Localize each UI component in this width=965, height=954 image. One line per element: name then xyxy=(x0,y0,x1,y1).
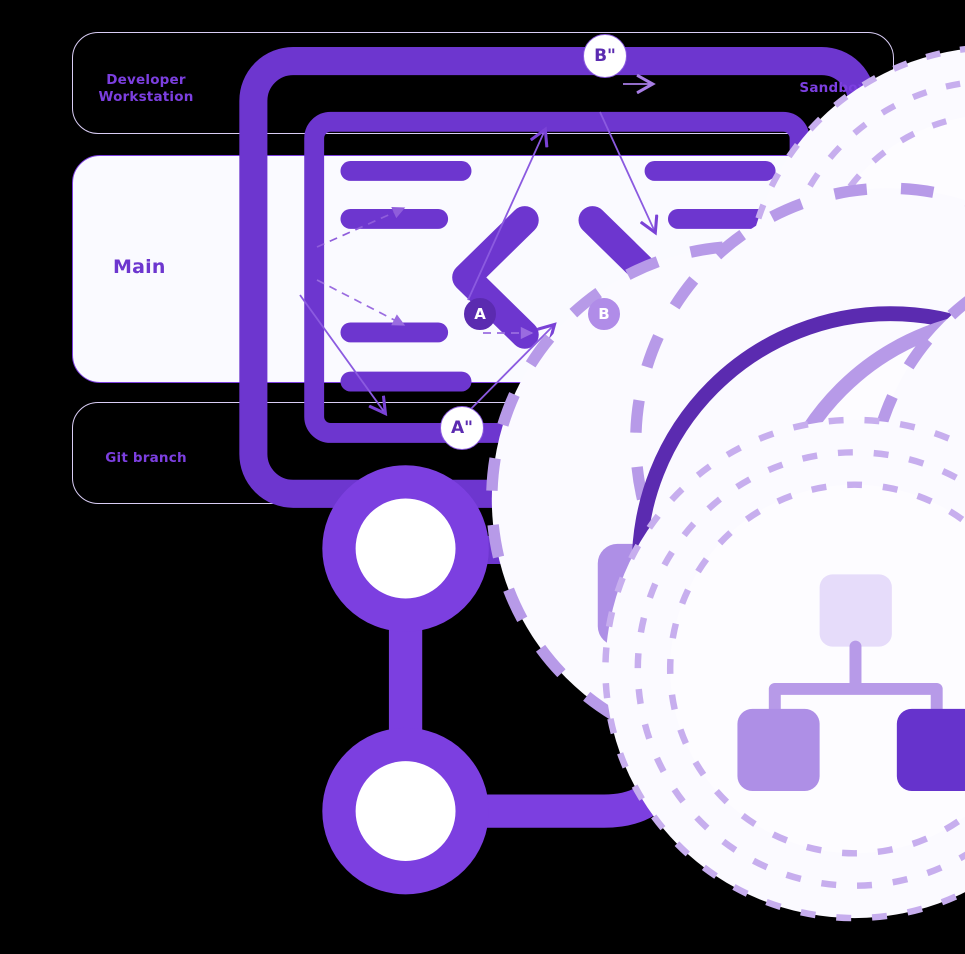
node-b[interactable]: B xyxy=(536,298,965,820)
cell-label-git-branch: Git branch xyxy=(105,450,187,467)
cell-label-sandbox-bottom: Sandbox xyxy=(799,452,867,469)
node-badge-b-double-prime: B" xyxy=(583,34,627,78)
node-main-upper[interactable] xyxy=(406,172,965,700)
node-a-double-prime[interactable]: A" xyxy=(372,400,965,922)
lane-label-baseline: Baseline xyxy=(781,256,874,278)
node-b-double-prime[interactable]: B" xyxy=(513,28,965,549)
node-main-root[interactable] xyxy=(262,230,965,758)
cell-sandbox-top: Sandbox xyxy=(786,44,880,124)
lane-label-main: Main xyxy=(113,256,166,278)
cell-sandbox-bottom: Sandbox xyxy=(786,416,880,496)
cell-developer-workstation: Developer Workstation xyxy=(96,40,876,564)
node-badge-a-double-prime: A" xyxy=(440,406,484,450)
cell-label-developer-workstation: Developer Workstation xyxy=(98,72,193,105)
node-baseline[interactable] xyxy=(640,232,965,706)
label-line-1: Developer xyxy=(106,72,186,89)
label-line-2: Workstation xyxy=(98,88,194,105)
cell-label-sandbox-top: Sandbox xyxy=(799,80,867,97)
node-badge-b: B xyxy=(588,298,620,330)
node-a[interactable]: A xyxy=(408,296,965,824)
hierarchy-icon xyxy=(737,574,965,792)
node-badge-a: A xyxy=(464,298,496,330)
diagram-canvas: Main Baseline Developer Workstation Sand… xyxy=(0,0,965,922)
cell-git-branch: Git branch xyxy=(96,414,758,895)
